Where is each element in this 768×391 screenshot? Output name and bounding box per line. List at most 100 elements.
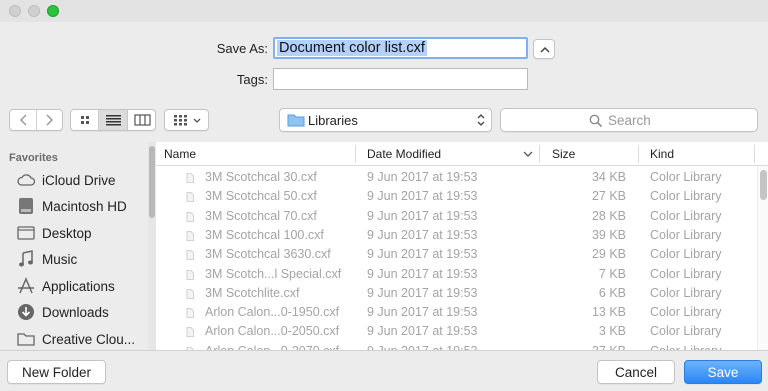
list-icon — [106, 115, 121, 126]
sidebar-item-label: Creative Clou... — [42, 331, 136, 347]
sort-chevron-icon — [523, 151, 533, 157]
group-grid-icon — [174, 115, 201, 126]
file-kind: Color Library — [650, 227, 722, 242]
tags-label: Tags: — [236, 72, 268, 87]
chevron-up-icon — [540, 46, 550, 53]
table-row[interactable]: 3M Scotchlite.cxf 9 Jun 2017 at 19:53 6 KB… — [156, 284, 768, 303]
sidebar-item-applications[interactable]: Applications — [16, 274, 115, 298]
file-size: 39 KB — [591, 227, 626, 242]
column-size[interactable]: Size — [552, 147, 575, 161]
file-date: 9 Jun 2017 at 19:53 — [367, 189, 478, 204]
file-name: 3M Scotchcal 3630.cxf — [205, 247, 331, 262]
desktop-icon — [16, 223, 36, 243]
sidebar-item-downloads[interactable]: Downloads — [16, 300, 109, 324]
file-size: 27 KB — [591, 189, 626, 204]
sidebar-item-label: Music — [42, 251, 78, 267]
column-separator — [539, 145, 540, 163]
sidebar-item-music[interactable]: Music — [16, 247, 77, 271]
file-size: 28 KB — [591, 208, 626, 223]
save-as-field[interactable]: Document color list.cxf — [273, 37, 528, 59]
table-row[interactable]: 3M Scotchcal 50.cxf 9 Jun 2017 at 19:53 27… — [156, 187, 768, 206]
file-kind: Color Library — [650, 189, 722, 204]
location-popup[interactable]: Libraries — [279, 108, 492, 132]
sidebar: Favorites iCloud Drive Macintosh HD Desk… — [0, 142, 148, 350]
sidebar-scrollbar[interactable] — [148, 142, 156, 350]
sidebar-heading: Favorites — [9, 152, 58, 164]
file-date: 9 Jun 2017 at 19:53 — [367, 324, 478, 339]
file-name: Arlon Calon...0-2050.cxf — [205, 324, 340, 339]
file-list-scroll-thumb[interactable] — [760, 170, 767, 200]
save-label: Save — [707, 364, 739, 380]
zoom-button[interactable] — [47, 5, 59, 17]
file-name: Arlon Calon...0-1950.cxf — [205, 305, 340, 320]
file-kind: Color Library — [650, 208, 722, 223]
title-bar — [0, 0, 768, 22]
search-field[interactable]: Search — [500, 108, 758, 132]
icon-view-button[interactable] — [71, 110, 99, 130]
sidebar-item-icloud-drive[interactable]: iCloud Drive — [16, 168, 116, 192]
column-separator — [355, 145, 356, 163]
table-row[interactable]: 3M Scotchcal 100.cxf 9 Jun 2017 at 19:53 3… — [156, 226, 768, 245]
file-kind: Color Library — [650, 285, 722, 300]
table-row[interactable]: 3M Scotchcal 3630.cxf 9 Jun 2017 at 19:53… — [156, 245, 768, 264]
sidebar-item-creative-cloud[interactable]: Creative Clou... — [16, 327, 135, 351]
document-icon — [186, 269, 194, 280]
file-size: 6 KB — [598, 285, 626, 300]
file-name: 3M Scotchlite.cxf — [205, 285, 300, 300]
new-folder-button[interactable]: New Folder — [7, 360, 106, 384]
chevron-left-icon — [19, 114, 27, 126]
group-by-button[interactable] — [164, 109, 209, 131]
file-name: 3M Scotchcal 100.cxf — [205, 227, 324, 242]
file-size: 3 KB — [598, 324, 626, 339]
forward-button[interactable] — [37, 110, 63, 130]
file-kind: Color Library — [650, 305, 722, 320]
file-date: 9 Jun 2017 at 19:53 — [367, 266, 478, 281]
document-icon — [186, 230, 194, 241]
table-row[interactable]: Arlon Calon...0-2070.cxf9 Jun 2017 at 19… — [156, 342, 768, 350]
cancel-button[interactable]: Cancel — [597, 360, 675, 384]
file-date: 9 Jun 2017 at 19:53 — [367, 208, 478, 223]
document-icon — [186, 249, 194, 261]
back-button[interactable] — [10, 110, 37, 130]
sidebar-scroll-thumb[interactable] — [149, 146, 155, 218]
file-kind: Color Library — [650, 247, 722, 262]
sidebar-item-label: Applications — [42, 278, 115, 294]
music-note-icon — [16, 249, 36, 269]
close-button[interactable] — [9, 5, 21, 17]
sidebar-item-desktop[interactable]: Desktop — [16, 221, 92, 245]
view-mode-control — [70, 109, 156, 131]
new-folder-label: New Folder — [21, 364, 92, 380]
tags-field[interactable] — [273, 68, 528, 90]
search-icon — [589, 114, 603, 128]
file-kind: Color Library — [650, 266, 722, 281]
table-row[interactable]: Arlon Calon...0-2050.cxf 9 Jun 2017 at 19… — [156, 322, 768, 341]
sidebar-item-label: Desktop — [42, 225, 92, 241]
location-label: Libraries — [308, 113, 358, 128]
table-row[interactable]: 3M Scotch...l Special.cxf 9 Jun 2017 at 1… — [156, 265, 768, 284]
applications-icon — [16, 276, 36, 296]
column-view-button[interactable] — [128, 110, 155, 130]
table-row[interactable]: 3M Scotchcal 30.cxf 9 Jun 2017 at 19:53 34… — [156, 168, 768, 187]
document-icon — [186, 307, 194, 318]
column-date-modified[interactable]: Date Modified — [367, 147, 441, 161]
column-kind[interactable]: Kind — [650, 147, 674, 161]
hard-drive-icon — [16, 196, 36, 216]
expand-dialog-button[interactable] — [533, 39, 555, 59]
column-name[interactable]: Name — [164, 147, 196, 161]
file-name: 3M Scotchcal 50.cxf — [205, 189, 317, 204]
document-icon — [186, 326, 194, 338]
minimize-button[interactable] — [28, 5, 40, 17]
table-row[interactable]: Arlon Calon...0-1950.cxf 9 Jun 2017 at 19… — [156, 303, 768, 322]
column-separator — [754, 145, 755, 163]
table-row[interactable]: 3M Scotchcal 70.cxf 9 Jun 2017 at 19:53 28… — [156, 207, 768, 226]
document-icon — [186, 288, 194, 299]
sidebar-item-macintosh-hd[interactable]: Macintosh HD — [16, 194, 127, 218]
document-icon — [186, 191, 194, 203]
folder-icon — [16, 329, 36, 349]
file-kind: Color Library — [650, 170, 722, 184]
file-list-scrollbar[interactable] — [757, 166, 768, 350]
column-separator — [638, 145, 639, 163]
save-button[interactable]: Save — [684, 360, 762, 384]
list-view-button[interactable] — [99, 110, 128, 130]
folder-icon — [287, 114, 305, 127]
